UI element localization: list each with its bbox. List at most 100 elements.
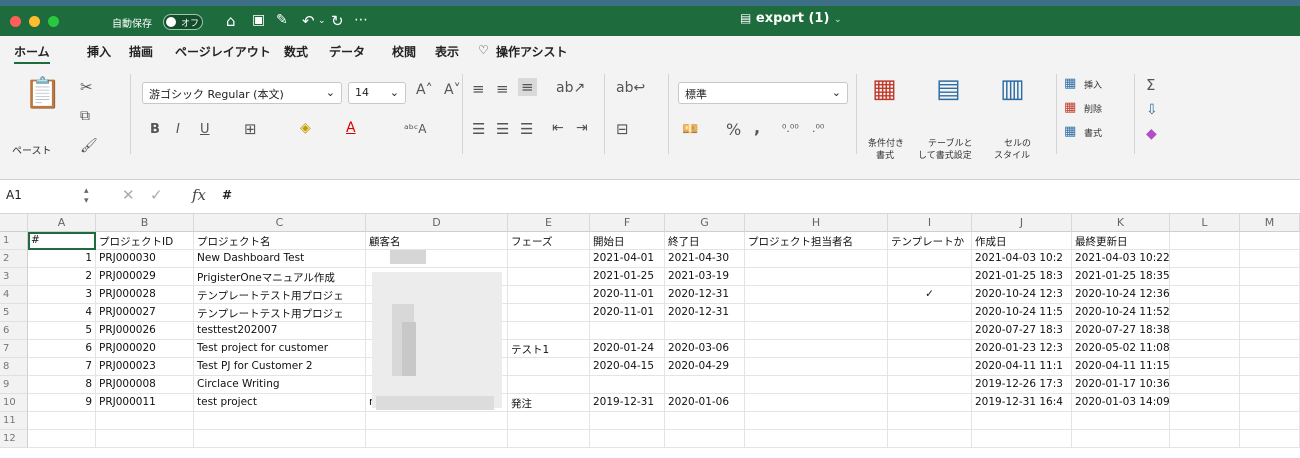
cell-h2[interactable] bbox=[745, 250, 888, 268]
row-header[interactable]: 10 bbox=[0, 394, 28, 412]
cell-b1[interactable]: プロジェクトID bbox=[96, 232, 194, 250]
row-header[interactable]: 9 bbox=[0, 376, 28, 394]
cell-i4[interactable]: ✓ bbox=[888, 286, 972, 304]
cell-c6[interactable]: testtest202007 bbox=[194, 322, 366, 340]
increase-font-icon[interactable]: A˄ bbox=[416, 82, 433, 98]
cell-f5[interactable]: 2020-11-01 bbox=[590, 304, 665, 322]
cell-h8[interactable] bbox=[745, 358, 888, 376]
cell-j6[interactable]: 2020-07-27 18:3 bbox=[972, 322, 1072, 340]
tab-view[interactable]: 表示 bbox=[435, 43, 459, 60]
cell-b3[interactable]: PRJ000029 bbox=[96, 268, 194, 286]
name-box[interactable]: A1 bbox=[6, 188, 22, 202]
cell-h7[interactable] bbox=[745, 340, 888, 358]
format-as-table-label-2[interactable]: して書式設定 bbox=[918, 148, 972, 161]
cell-b8[interactable]: PRJ000023 bbox=[96, 358, 194, 376]
cell-e8[interactable] bbox=[508, 358, 590, 376]
column-header-h[interactable]: H bbox=[745, 214, 888, 232]
bold-icon[interactable]: B bbox=[150, 122, 160, 137]
cell-i8[interactable] bbox=[888, 358, 972, 376]
autosum-icon[interactable]: Σ bbox=[1146, 76, 1155, 94]
row-header[interactable]: 5 bbox=[0, 304, 28, 322]
merge-cells-icon[interactable]: ⊟ bbox=[616, 120, 629, 138]
cell-k2[interactable]: 2021-04-03 10:22:18 bbox=[1072, 250, 1170, 268]
format-cells-label[interactable]: 書式 bbox=[1084, 126, 1102, 139]
cell-g10[interactable]: 2020-01-06 bbox=[665, 394, 745, 412]
column-header-c[interactable]: C bbox=[194, 214, 366, 232]
cell-f11[interactable] bbox=[590, 412, 665, 430]
cell-m11[interactable] bbox=[1240, 412, 1300, 430]
fill-icon[interactable]: ⇩ bbox=[1146, 102, 1158, 118]
cell-f4[interactable]: 2020-11-01 bbox=[590, 286, 665, 304]
cell-styles-label-2[interactable]: スタイル bbox=[994, 148, 1030, 161]
cell-i9[interactable] bbox=[888, 376, 972, 394]
cell-m4[interactable] bbox=[1240, 286, 1300, 304]
cell-i12[interactable] bbox=[888, 430, 972, 448]
cell-k5[interactable]: 2020-10-24 11:52:29 bbox=[1072, 304, 1170, 322]
column-header-a[interactable]: A bbox=[28, 214, 96, 232]
cell-d2[interactable] bbox=[366, 250, 508, 268]
cell-e2[interactable] bbox=[508, 250, 590, 268]
cell-f1[interactable]: 開始日 bbox=[590, 232, 665, 250]
cell-j4[interactable]: 2020-10-24 12:3 bbox=[972, 286, 1072, 304]
cell-l6[interactable] bbox=[1170, 322, 1240, 340]
decrease-indent-icon[interactable]: ⇤ bbox=[552, 120, 564, 136]
cancel-entry-icon[interactable]: ✕ bbox=[122, 186, 135, 204]
decrease-font-icon[interactable]: A˅ bbox=[444, 82, 461, 98]
home-icon[interactable]: ⌂ bbox=[226, 12, 236, 30]
insert-function-icon[interactable]: fx bbox=[192, 186, 206, 204]
row-header[interactable]: 11 bbox=[0, 412, 28, 430]
cell-f12[interactable] bbox=[590, 430, 665, 448]
cell-g11[interactable] bbox=[665, 412, 745, 430]
undo-dropdown-icon[interactable]: ⌄ bbox=[318, 16, 326, 26]
decrease-decimal-icon[interactable]: .⁰⁰ bbox=[812, 122, 824, 135]
cell-m12[interactable] bbox=[1240, 430, 1300, 448]
cell-m8[interactable] bbox=[1240, 358, 1300, 376]
orientation-icon[interactable]: ab↗ bbox=[556, 80, 585, 96]
cell-l12[interactable] bbox=[1170, 430, 1240, 448]
cell-k3[interactable]: 2021-01-25 18:35:51 bbox=[1072, 268, 1170, 286]
cell-b2[interactable]: PRJ000030 bbox=[96, 250, 194, 268]
phonetic-icon[interactable]: ᵃᵇᶜA bbox=[404, 122, 427, 136]
cell-f2[interactable]: 2021-04-01 bbox=[590, 250, 665, 268]
cell-j11[interactable] bbox=[972, 412, 1072, 430]
cell-a10[interactable]: 9 bbox=[28, 394, 96, 412]
insert-cells-icon[interactable]: ▦ bbox=[1064, 76, 1076, 91]
format-painter-icon[interactable]: 🖌 bbox=[80, 138, 98, 154]
column-header-f[interactable]: F bbox=[590, 214, 665, 232]
cell-b12[interactable] bbox=[96, 430, 194, 448]
row-header[interactable]: 7 bbox=[0, 340, 28, 358]
cell-f9[interactable] bbox=[590, 376, 665, 394]
row-header[interactable]: 8 bbox=[0, 358, 28, 376]
cell-j9[interactable]: 2019-12-26 17:3 bbox=[972, 376, 1072, 394]
paste-icon[interactable]: 📋 bbox=[24, 76, 61, 111]
cell-i11[interactable] bbox=[888, 412, 972, 430]
underline-icon[interactable]: U bbox=[200, 122, 210, 137]
cell-h3[interactable] bbox=[745, 268, 888, 286]
cell-j12[interactable] bbox=[972, 430, 1072, 448]
cell-b5[interactable]: PRJ000027 bbox=[96, 304, 194, 322]
cell-d1[interactable]: 顧客名 bbox=[366, 232, 508, 250]
cell-l1[interactable] bbox=[1170, 232, 1240, 250]
cell-c5[interactable]: テンプレートテスト用プロジェ bbox=[194, 304, 366, 322]
cell-g9[interactable] bbox=[665, 376, 745, 394]
select-all-corner[interactable] bbox=[0, 214, 28, 232]
cell-f7[interactable]: 2020-01-24 bbox=[590, 340, 665, 358]
cell-k7[interactable]: 2020-05-02 11:08:03 bbox=[1072, 340, 1170, 358]
autosave-toggle[interactable]: オフ bbox=[163, 14, 203, 30]
cell-a8[interactable]: 7 bbox=[28, 358, 96, 376]
cell-g3[interactable]: 2021-03-19 bbox=[665, 268, 745, 286]
clear-icon[interactable]: ◆ bbox=[1146, 126, 1157, 142]
cell-k12[interactable] bbox=[1072, 430, 1170, 448]
undo-icon[interactable]: ↶ bbox=[302, 12, 315, 30]
cell-g12[interactable] bbox=[665, 430, 745, 448]
insert-cells-label[interactable]: 挿入 bbox=[1084, 78, 1102, 91]
format-as-table-icon[interactable]: ▤ bbox=[936, 74, 961, 104]
cell-l2[interactable] bbox=[1170, 250, 1240, 268]
cell-a9[interactable]: 8 bbox=[28, 376, 96, 394]
title-chevron-icon[interactable]: ⌄ bbox=[834, 15, 842, 25]
cell-b11[interactable] bbox=[96, 412, 194, 430]
tab-page-layout[interactable]: ページレイアウト bbox=[175, 43, 271, 60]
cell-m3[interactable] bbox=[1240, 268, 1300, 286]
cell-a11[interactable] bbox=[28, 412, 96, 430]
row-header[interactable]: 2 bbox=[0, 250, 28, 268]
